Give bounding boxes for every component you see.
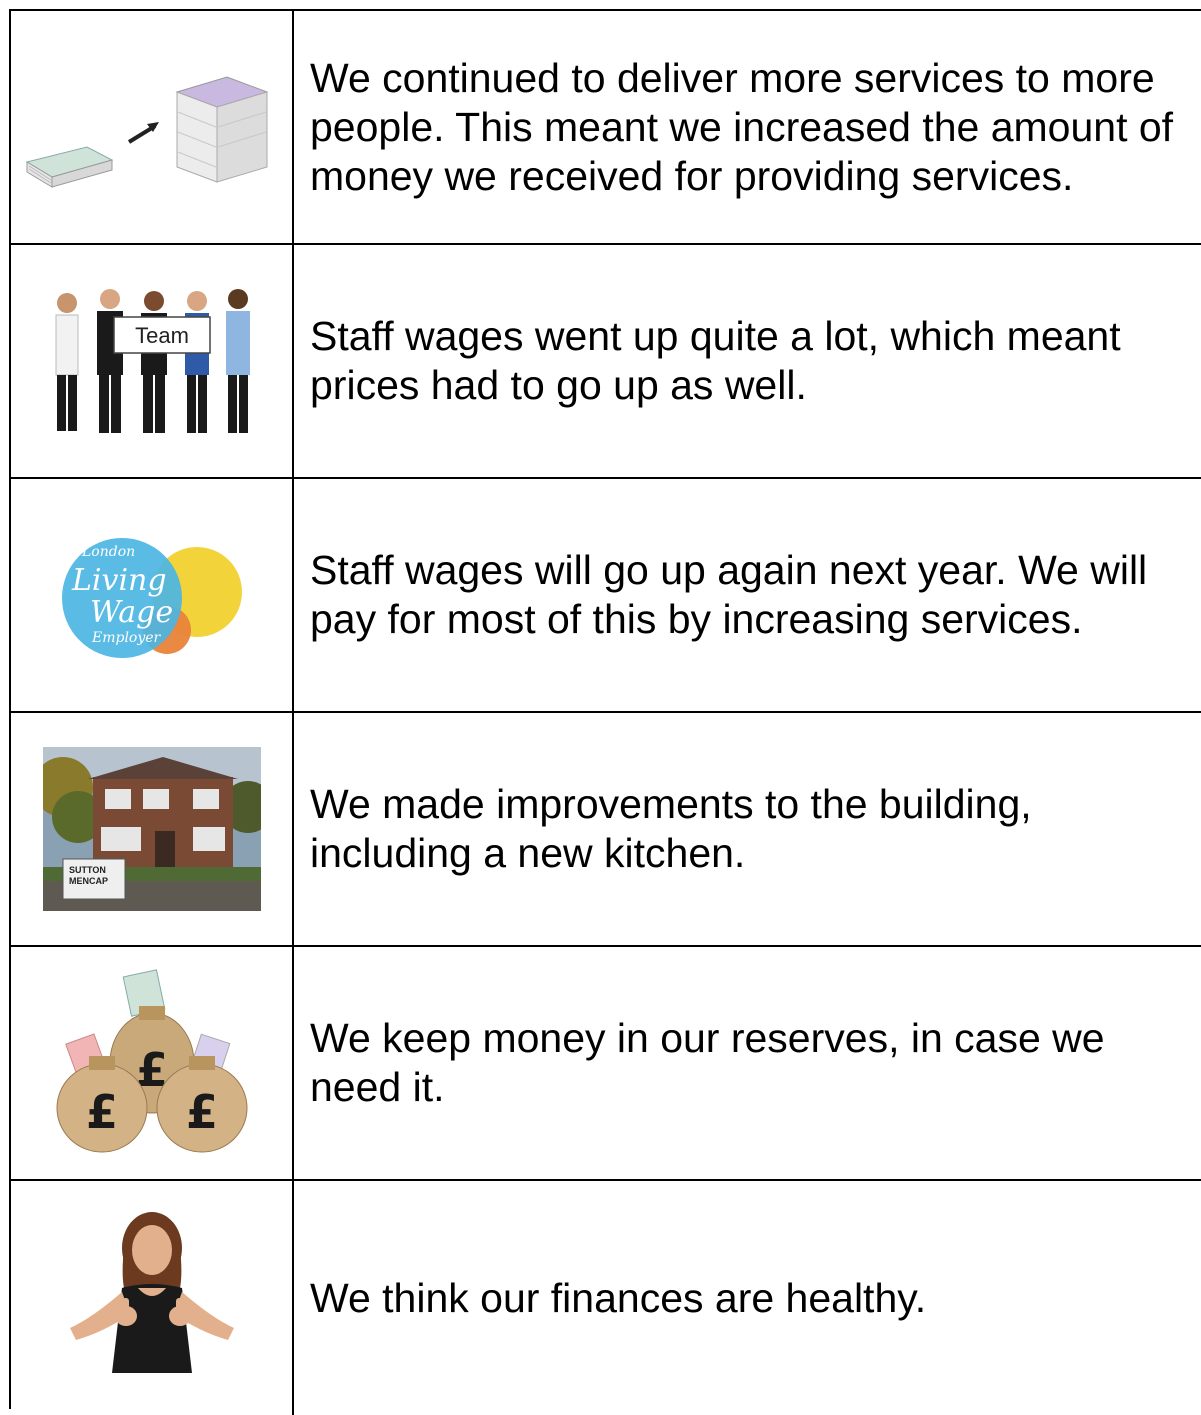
building-sign-line1: SUTTON [69,865,106,875]
team-sign-text: Team [135,323,189,348]
logo-line4: Employer [91,630,162,646]
table-row: Team Staff wages went up quite a lot, wh… [11,245,1201,479]
building-sign-line2: MENCAP [69,876,108,886]
bag-symbol: £ [85,1085,117,1139]
image-cell [11,1181,294,1415]
row-text: We think our finances are healthy. [310,1274,927,1321]
image-cell: £ £ £ [11,947,294,1179]
table-row: £ £ £ We keep money in our reserves, in … [11,947,1201,1181]
text-cell: We think our finances are healthy. [294,1181,1201,1415]
image-cell: SUTTON MENCAP [11,713,294,945]
money-bags-icon: £ £ £ [56,969,247,1153]
thumbs-up-woman-photo [69,1212,234,1373]
row-text: Staff wages went up quite a lot, which m… [310,313,1121,408]
logo-line3: Wage [90,595,173,630]
table-row: SUTTON MENCAP We made improvements to th… [11,713,1201,947]
image-cell: London Living Wage Employer [11,479,294,711]
text-cell: Staff wages will go up again next year. … [294,479,1201,711]
logo-line1: London [81,544,135,560]
text-cell: We made improvements to the building, in… [294,713,1201,945]
row-text: We made improvements to the building, in… [310,781,1032,876]
row-text: We keep money in our reserves, in case w… [310,1015,1105,1110]
table-row: We continued to deliver more services to… [11,11,1201,245]
team-staff-photo: Team [55,289,250,433]
info-table: We continued to deliver more services to… [9,9,1201,1415]
building-photo: SUTTON MENCAP [42,747,261,911]
image-cell [11,11,294,243]
text-cell: We keep money in our reserves, in case w… [294,947,1201,1179]
text-cell: Staff wages went up quite a lot, which m… [294,245,1201,477]
row-text: We continued to deliver more services to… [310,54,1174,199]
london-living-wage-logo: London Living Wage Employer [61,538,242,658]
row-text: Staff wages will go up again next year. … [310,547,1148,642]
table-row: We think our finances are healthy. [11,1181,1201,1415]
logo-line2: Living [71,563,167,598]
table-row: London Living Wage Employer Staff wages … [11,479,1201,713]
image-cell: Team [11,245,294,477]
bag-symbol: £ [185,1085,217,1139]
text-cell: We continued to deliver more services to… [294,11,1201,243]
money-increase-icon [25,76,269,188]
